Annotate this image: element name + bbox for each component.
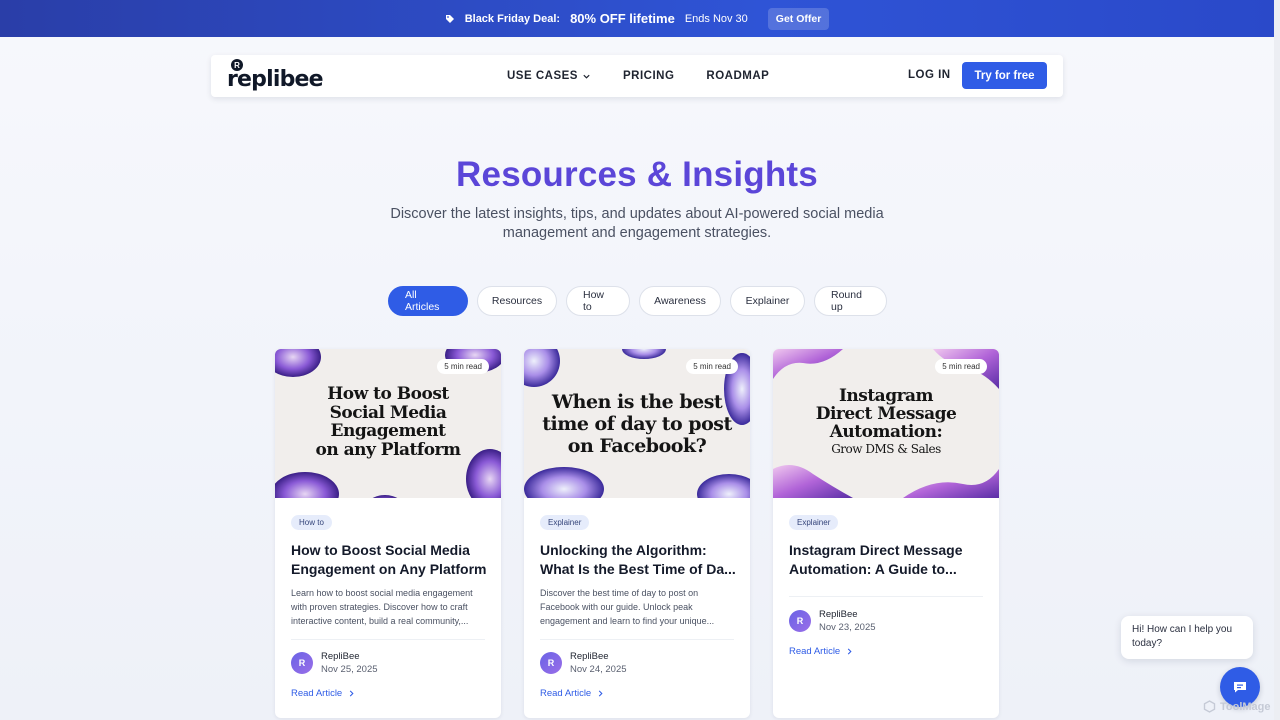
promo-ends: Ends Nov 30 bbox=[684, 12, 748, 25]
thumbnail-title: When is the best time of day to post on … bbox=[524, 391, 750, 457]
watermark-text: ToolMage bbox=[1220, 700, 1271, 713]
filter-round-up[interactable]: Round up bbox=[814, 286, 887, 316]
read-article-link[interactable]: Read Article bbox=[291, 688, 355, 699]
thumbnail-line: When is the best bbox=[551, 391, 723, 413]
author-name: RepliBee bbox=[321, 651, 360, 662]
read-article-label: Read Article bbox=[540, 688, 592, 699]
main-nav: R replibee USE CASES PRICING ROADMAP LOG… bbox=[211, 55, 1063, 97]
article-thumbnail[interactable]: 5 min read Instagram Direct Message Auto… bbox=[773, 349, 999, 498]
card-divider bbox=[291, 639, 485, 640]
publish-date: Nov 24, 2025 bbox=[570, 664, 627, 675]
article-thumbnail[interactable]: 5 min read How to Boost Social Media Eng… bbox=[275, 349, 501, 498]
promo-banner: Black Friday Deal: 80% OFF lifetime Ends… bbox=[0, 0, 1274, 37]
try-for-free-button[interactable]: Try for free bbox=[962, 62, 1047, 89]
promo-deal-label: Black Friday Deal: bbox=[464, 12, 561, 25]
page-subtitle: Discover the latest insights, tips, and … bbox=[390, 206, 884, 241]
nav-pricing[interactable]: PRICING bbox=[623, 70, 674, 82]
filter-all-articles[interactable]: All Articles bbox=[388, 286, 468, 316]
thumbnail-title: Instagram Direct Message Automation: Gro… bbox=[773, 387, 999, 457]
publish-date: Nov 23, 2025 bbox=[819, 622, 876, 633]
article-thumbnail[interactable]: 5 min read When is the best time of day … bbox=[524, 349, 750, 498]
category-badge[interactable]: How to bbox=[291, 515, 332, 530]
article-card[interactable]: 5 min read When is the best time of day … bbox=[524, 349, 750, 718]
thumbnail-line: Automation: bbox=[829, 422, 943, 442]
filter-explainer[interactable]: Explainer bbox=[730, 286, 805, 316]
article-title[interactable]: How to Boost Social Media Engagement on … bbox=[291, 541, 487, 579]
avatar: R bbox=[291, 652, 313, 674]
thumbnail-title: How to Boost Social Media Engagement on … bbox=[275, 385, 501, 459]
chevron-right-icon bbox=[350, 690, 354, 697]
publish-date: Nov 25, 2025 bbox=[321, 664, 378, 675]
author-name: RepliBee bbox=[819, 609, 858, 620]
promo-headline: 80% OFF lifetime bbox=[570, 11, 675, 26]
read-article-link[interactable]: Read Article bbox=[540, 688, 604, 699]
nav-links: USE CASES PRICING ROADMAP bbox=[507, 55, 769, 97]
read-article-link[interactable]: Read Article bbox=[789, 646, 853, 657]
watermark: ToolMage bbox=[1203, 700, 1271, 713]
nav-use-cases[interactable]: USE CASES bbox=[507, 70, 591, 82]
filter-awareness[interactable]: Awareness bbox=[639, 286, 721, 316]
author-name: RepliBee bbox=[570, 651, 609, 662]
article-title[interactable]: Unlocking the Algorithm: What Is the Bes… bbox=[540, 541, 736, 579]
nav-roadmap[interactable]: ROADMAP bbox=[706, 70, 769, 82]
card-divider bbox=[789, 596, 983, 597]
card-divider bbox=[540, 639, 734, 640]
category-filters: All Articles Resources How to Awareness … bbox=[388, 286, 887, 316]
thumbnail-line: on any Platform bbox=[315, 439, 462, 460]
thumbnail-line: Grow DMS & Sales bbox=[831, 442, 941, 456]
article-card[interactable]: 5 min read Instagram Direct Message Auto… bbox=[773, 349, 999, 718]
thumbnail-line: How to Boost bbox=[327, 384, 449, 404]
watermark-logo-icon bbox=[1203, 700, 1216, 713]
chevron-right-icon bbox=[848, 648, 852, 655]
author-info: R RepliBee Nov 23, 2025 bbox=[789, 608, 876, 634]
get-offer-button[interactable]: Get Offer bbox=[767, 7, 830, 30]
thumbnail-line: time of day to post bbox=[542, 413, 732, 435]
chevron-down-icon bbox=[583, 74, 590, 79]
article-excerpt: Learn how to boost social media engageme… bbox=[291, 588, 473, 626]
thumbnail-line: Direct Message bbox=[815, 404, 957, 424]
page-title: Resources & Insights bbox=[456, 155, 818, 194]
login-link[interactable]: LOG IN bbox=[908, 69, 951, 81]
nav-use-cases-label: USE CASES bbox=[507, 70, 578, 82]
read-time-badge: 5 min read bbox=[437, 359, 489, 374]
filter-how-to[interactable]: How to bbox=[566, 286, 630, 316]
author-info: R RepliBee Nov 25, 2025 bbox=[291, 650, 378, 676]
article-card[interactable]: 5 min read How to Boost Social Media Eng… bbox=[275, 349, 501, 718]
read-time-badge: 5 min read bbox=[686, 359, 738, 374]
avatar: R bbox=[789, 610, 811, 632]
article-excerpt: Discover the best time of day to post on… bbox=[540, 588, 715, 626]
chat-greeting-bubble[interactable]: Hi! How can I help you today? bbox=[1121, 616, 1253, 659]
author-info: R RepliBee Nov 24, 2025 bbox=[540, 650, 627, 676]
category-badge[interactable]: Explainer bbox=[789, 515, 839, 530]
article-title[interactable]: Instagram Direct Message Automation: A G… bbox=[789, 541, 985, 579]
tag-icon bbox=[445, 14, 454, 23]
thumbnail-line: Social Media bbox=[329, 402, 447, 423]
avatar: R bbox=[540, 652, 562, 674]
scrollbar[interactable] bbox=[1274, 0, 1280, 720]
thumbnail-line: Instagram bbox=[838, 386, 934, 406]
category-badge[interactable]: Explainer bbox=[540, 515, 590, 530]
read-article-label: Read Article bbox=[291, 688, 343, 699]
filter-resources[interactable]: Resources bbox=[477, 286, 557, 316]
replibee-logo[interactable]: R replibee bbox=[227, 59, 324, 93]
chat-icon bbox=[1234, 682, 1246, 693]
logo-wordmark: replibee bbox=[227, 67, 324, 92]
chevron-right-icon bbox=[599, 690, 603, 697]
thumbnail-line: on Facebook? bbox=[567, 435, 707, 457]
read-time-badge: 5 min read bbox=[935, 359, 987, 374]
thumbnail-line: Engagement bbox=[330, 421, 446, 441]
read-article-label: Read Article bbox=[789, 646, 841, 657]
